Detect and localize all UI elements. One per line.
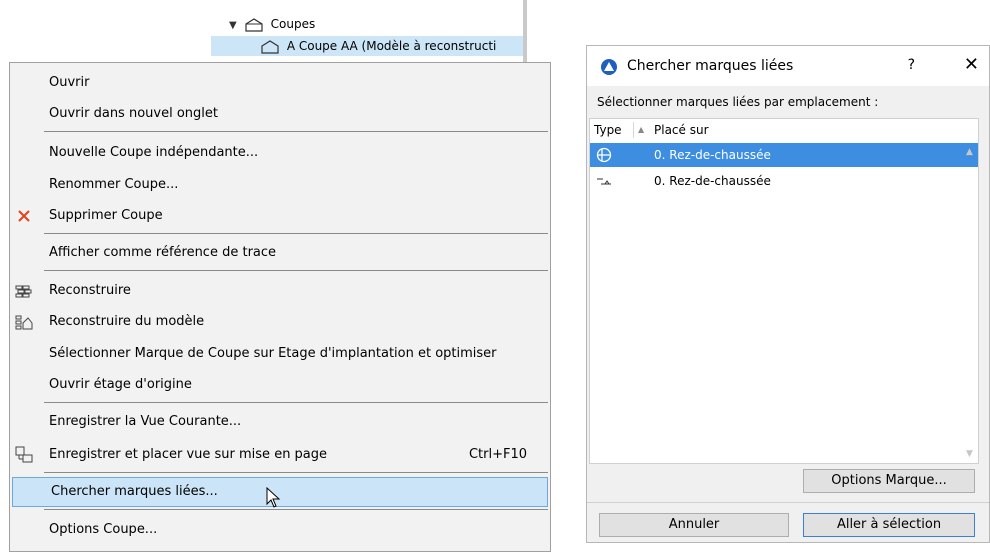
menu-item-open[interactable]: Ouvrir	[11, 70, 549, 96]
menu-item-show-trace-reference[interactable]: Afficher comme référence de trace	[11, 240, 549, 266]
menu-item-label: Enregistrer la Vue Courante...	[49, 414, 242, 429]
marker-options-button[interactable]: Options Marque...	[803, 469, 975, 493]
list-item[interactable]: 0. Rez-de-chaussée	[590, 169, 978, 193]
list-item-label: 0. Rez-de-chaussée	[654, 148, 771, 162]
menu-item-label: Afficher comme référence de trace	[49, 245, 277, 260]
folder-sections-icon	[245, 17, 263, 32]
column-header-placed-on[interactable]: Placé sur	[654, 119, 709, 141]
menu-separator	[44, 402, 548, 403]
menu-item-label: Enregistrer et placer vue sur mise en pa…	[49, 447, 328, 462]
navigator-tree: ▼ Coupes A Coupe AA (Modèle à reconstruc…	[207, 0, 525, 70]
section-view-icon	[261, 39, 279, 54]
menu-item-section-options[interactable]: Options Coupe...	[11, 517, 549, 543]
list-header: Type ▲ Placé sur	[590, 119, 978, 141]
dialog-divider	[587, 502, 989, 503]
menu-item-rename-section[interactable]: Renommer Coupe...	[11, 172, 549, 198]
save-place-view-icon	[15, 446, 33, 463]
linked-markers-list[interactable]: Type ▲ Placé sur 0. Rez-de-chaussée 0. R…	[589, 118, 979, 464]
help-button[interactable]: ?	[908, 57, 915, 73]
menu-item-label: Options Coupe...	[49, 522, 158, 537]
menu-item-label: Ouvrir étage d'origine	[49, 377, 192, 392]
dialog-titlebar[interactable]: Chercher marques liées ? ✕	[587, 46, 989, 86]
menu-item-save-place-view[interactable]: Enregistrer et placer vue sur mise en pa…	[11, 442, 549, 468]
chevron-down-icon[interactable]: ▼	[229, 16, 241, 36]
app-logo-icon	[601, 59, 617, 75]
context-menu: Ouvrir Ouvrir dans nouvel onglet Nouvell…	[9, 62, 551, 552]
menu-item-label: Ouvrir dans nouvel onglet	[49, 106, 218, 121]
menu-item-label: Nouvelle Coupe indépendante...	[49, 145, 259, 160]
menu-item-rebuild-from-model[interactable]: Reconstruire du modèle	[11, 309, 549, 335]
elevation-marker-icon	[597, 178, 611, 185]
find-linked-markers-dialog: Chercher marques liées ? ✕ Sélectionner …	[586, 45, 990, 543]
go-to-selection-button[interactable]: Aller à sélection	[803, 513, 975, 537]
menu-item-open-new-tab[interactable]: Ouvrir dans nouvel onglet	[11, 101, 549, 127]
rebuild-icon	[15, 285, 32, 298]
menu-item-rebuild[interactable]: Reconstruire	[11, 278, 549, 304]
tree-item-label: A Coupe AA (Modèle à reconstructi	[286, 39, 497, 53]
tree-scrollbar[interactable]	[523, 0, 527, 62]
mouse-cursor-icon	[266, 487, 281, 508]
column-divider[interactable]	[633, 122, 634, 138]
menu-item-label: Reconstruire du modèle	[49, 314, 205, 329]
sort-ascending-icon: ▲	[638, 125, 645, 134]
tree-item-coupe-aa[interactable]: A Coupe AA (Modèle à reconstructi	[211, 36, 525, 56]
menu-item-label: Sélectionner Marque de Coupe sur Etage d…	[49, 346, 497, 361]
rebuild-from-model-icon	[15, 315, 33, 330]
menu-item-new-independent-section[interactable]: Nouvelle Coupe indépendante...	[11, 140, 549, 166]
menu-item-delete-section[interactable]: Supprimer Coupe	[11, 203, 549, 229]
menu-separator	[44, 131, 548, 132]
list-item-label: 0. Rez-de-chaussée	[654, 174, 771, 188]
dialog-subtitle: Sélectionner marques liées par emplaceme…	[597, 95, 879, 109]
menu-item-select-section-marker[interactable]: Sélectionner Marque de Coupe sur Etage d…	[11, 341, 549, 367]
tree-item-label: Coupes	[270, 17, 316, 31]
menu-item-label: Supprimer Coupe	[49, 208, 163, 223]
list-item[interactable]: 0. Rez-de-chaussée	[590, 143, 978, 167]
menu-separator	[44, 270, 548, 271]
cancel-button[interactable]: Annuler	[599, 513, 789, 537]
scroll-down-icon[interactable]: ▼	[966, 449, 973, 459]
menu-item-open-origin-story[interactable]: Ouvrir étage d'origine	[11, 372, 549, 398]
tree-item-coupes[interactable]: ▼ Coupes	[229, 14, 315, 34]
list-scrollbar[interactable]: ▲ ▼	[964, 141, 978, 463]
menu-item-label: Chercher marques liées...	[51, 484, 218, 499]
menu-separator	[44, 509, 548, 510]
menu-item-shortcut: Ctrl+F10	[468, 447, 527, 462]
dialog-title: Chercher marques liées	[627, 58, 794, 74]
section-marker-icon	[596, 147, 612, 163]
scroll-up-icon[interactable]: ▲	[966, 147, 973, 157]
delete-x-icon	[18, 210, 30, 222]
menu-item-label: Reconstruire	[49, 283, 131, 298]
menu-item-label: Renommer Coupe...	[49, 177, 179, 192]
close-icon[interactable]: ✕	[964, 54, 979, 75]
menu-item-label: Ouvrir	[49, 75, 90, 90]
menu-separator	[44, 233, 548, 234]
column-header-type[interactable]: Type	[594, 119, 622, 141]
menu-separator	[44, 472, 548, 473]
menu-item-save-current-view[interactable]: Enregistrer la Vue Courante...	[11, 409, 549, 435]
